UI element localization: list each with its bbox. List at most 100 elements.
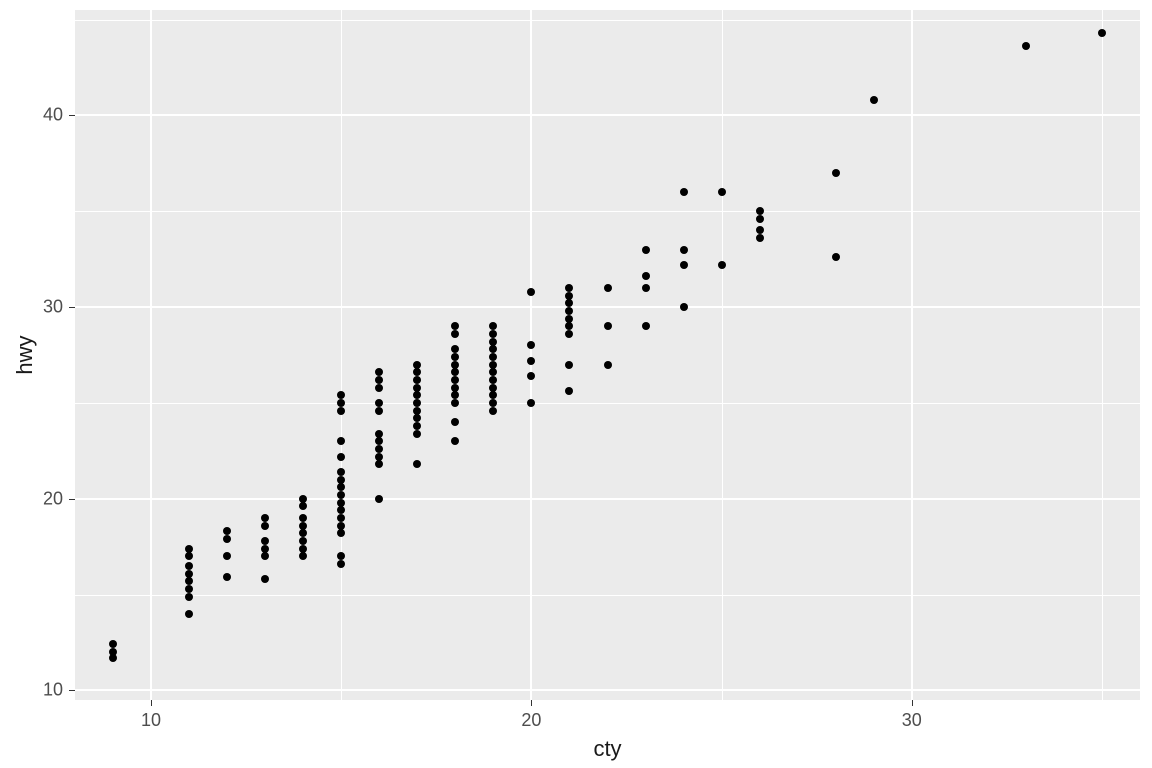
tick-x bbox=[531, 700, 532, 706]
data-point bbox=[489, 391, 497, 399]
data-point bbox=[185, 562, 193, 570]
y-axis-title: hwy bbox=[12, 335, 38, 374]
tick-y bbox=[69, 115, 75, 116]
gridline-minor-y bbox=[75, 211, 1140, 212]
data-point bbox=[565, 361, 573, 369]
data-point bbox=[565, 322, 573, 330]
data-point bbox=[451, 384, 459, 392]
data-point bbox=[413, 422, 421, 430]
data-point bbox=[261, 545, 269, 553]
tick-label-x: 20 bbox=[521, 710, 541, 731]
tick-label-y: 30 bbox=[43, 297, 63, 318]
data-point bbox=[413, 384, 421, 392]
data-point bbox=[299, 495, 307, 503]
data-point bbox=[185, 577, 193, 585]
data-point bbox=[565, 307, 573, 315]
data-point bbox=[223, 535, 231, 543]
data-point bbox=[413, 368, 421, 376]
data-point bbox=[832, 169, 840, 177]
data-point bbox=[299, 552, 307, 560]
data-point bbox=[299, 545, 307, 553]
data-point bbox=[718, 188, 726, 196]
data-point bbox=[337, 453, 345, 461]
data-point bbox=[680, 303, 688, 311]
data-point bbox=[375, 384, 383, 392]
data-point bbox=[489, 376, 497, 384]
tick-label-x: 30 bbox=[902, 710, 922, 731]
data-point bbox=[451, 391, 459, 399]
data-point bbox=[375, 460, 383, 468]
data-point bbox=[489, 353, 497, 361]
data-point bbox=[375, 453, 383, 461]
data-point bbox=[337, 560, 345, 568]
data-point bbox=[375, 407, 383, 415]
data-point bbox=[604, 361, 612, 369]
data-point bbox=[413, 414, 421, 422]
data-point bbox=[337, 483, 345, 491]
data-point bbox=[337, 407, 345, 415]
data-point bbox=[565, 315, 573, 323]
data-point bbox=[527, 341, 535, 349]
data-point bbox=[680, 188, 688, 196]
data-point bbox=[489, 338, 497, 346]
gridline-major-y bbox=[75, 114, 1140, 116]
data-point bbox=[413, 376, 421, 384]
data-point bbox=[565, 284, 573, 292]
data-point bbox=[337, 552, 345, 560]
data-point bbox=[1022, 42, 1030, 50]
data-point bbox=[1098, 29, 1106, 37]
data-point bbox=[223, 552, 231, 560]
data-point bbox=[413, 391, 421, 399]
data-point bbox=[185, 552, 193, 560]
data-point bbox=[337, 399, 345, 407]
gridline-minor-y bbox=[75, 403, 1140, 404]
data-point bbox=[413, 399, 421, 407]
data-point bbox=[756, 226, 764, 234]
data-point bbox=[375, 376, 383, 384]
data-point bbox=[451, 330, 459, 338]
data-point bbox=[337, 476, 345, 484]
data-point bbox=[261, 537, 269, 545]
data-point bbox=[565, 292, 573, 300]
plot-panel bbox=[75, 10, 1140, 700]
data-point bbox=[109, 640, 117, 648]
data-point bbox=[375, 399, 383, 407]
data-point bbox=[223, 573, 231, 581]
data-point bbox=[261, 514, 269, 522]
data-point bbox=[413, 430, 421, 438]
data-point bbox=[261, 552, 269, 560]
data-point bbox=[489, 345, 497, 353]
data-point bbox=[413, 407, 421, 415]
data-point bbox=[375, 495, 383, 503]
data-point bbox=[375, 368, 383, 376]
tick-x bbox=[912, 700, 913, 706]
data-point bbox=[375, 430, 383, 438]
data-point bbox=[261, 575, 269, 583]
tick-y bbox=[69, 690, 75, 691]
data-point bbox=[642, 272, 650, 280]
data-point bbox=[756, 207, 764, 215]
data-point bbox=[642, 246, 650, 254]
data-point bbox=[680, 261, 688, 269]
data-point bbox=[451, 418, 459, 426]
tick-y bbox=[69, 307, 75, 308]
data-point bbox=[337, 522, 345, 530]
data-point bbox=[185, 593, 193, 601]
data-point bbox=[870, 96, 878, 104]
data-point bbox=[451, 399, 459, 407]
data-point bbox=[337, 499, 345, 507]
data-point bbox=[451, 322, 459, 330]
tick-label-y: 10 bbox=[43, 680, 63, 701]
x-axis-title: cty bbox=[593, 736, 621, 762]
data-point bbox=[337, 514, 345, 522]
data-point bbox=[489, 322, 497, 330]
tick-y bbox=[69, 499, 75, 500]
data-point bbox=[451, 361, 459, 369]
gridline-major-y bbox=[75, 498, 1140, 500]
data-point bbox=[451, 345, 459, 353]
data-point bbox=[642, 322, 650, 330]
data-point bbox=[718, 261, 726, 269]
data-point bbox=[527, 399, 535, 407]
data-point bbox=[299, 502, 307, 510]
data-point bbox=[527, 288, 535, 296]
